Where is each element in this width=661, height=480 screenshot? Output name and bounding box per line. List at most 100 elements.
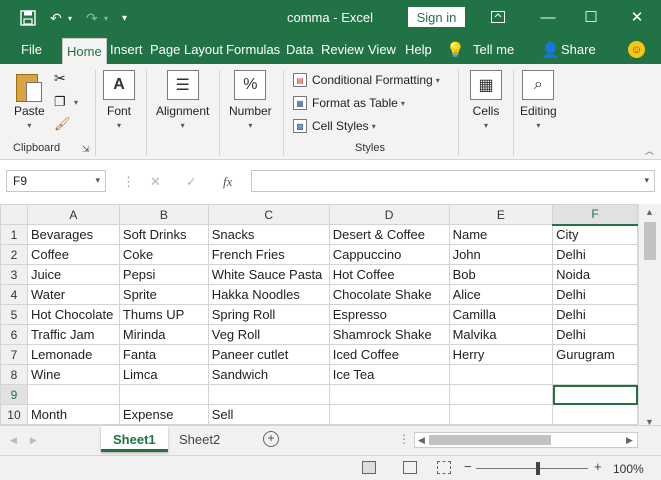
select-all-corner[interactable] [0, 204, 28, 225]
cell-a3[interactable]: Juice [26, 264, 120, 285]
formula-input[interactable]: ▾ [251, 170, 655, 192]
lightbulb-icon[interactable]: 💡 [446, 41, 465, 59]
tab-formulas[interactable]: Formulas [226, 42, 280, 62]
cell-a1[interactable]: Bevarages [26, 224, 120, 245]
horizontal-scrollbar[interactable]: ◀ ▶ [414, 432, 638, 448]
cell-b6[interactable]: Mirinda [118, 324, 209, 345]
column-header-d[interactable]: D [328, 204, 450, 225]
cell-f2[interactable]: Delhi [552, 244, 638, 265]
redo-icon[interactable]: ↷ [86, 8, 98, 28]
cell-c4[interactable]: Hakka Noodles [207, 284, 330, 305]
conditional-formatting-button[interactable]: ▤ Conditional Formatting ▾ [293, 71, 440, 89]
cell-d8[interactable]: Ice Tea [328, 364, 450, 385]
vertical-scroll-thumb[interactable] [644, 222, 656, 260]
cell-b3[interactable]: Pepsi [118, 264, 209, 285]
column-header-e[interactable]: E [448, 204, 554, 225]
name-box[interactable]: F9 ▾ [6, 170, 106, 192]
copy-dropdown-icon[interactable]: ▾ [74, 98, 78, 107]
tab-review[interactable]: Review [321, 42, 364, 62]
zoom-in-icon[interactable]: + [594, 459, 602, 474]
cell-b7[interactable]: Fanta [118, 344, 209, 365]
tab-view[interactable]: View [368, 42, 396, 62]
minimize-icon[interactable]: — [533, 6, 563, 28]
cell-b2[interactable]: Coke [118, 244, 209, 265]
tab-home[interactable]: Home [62, 38, 107, 64]
cell-d4[interactable]: Chocolate Shake [328, 284, 450, 305]
cell-f7[interactable]: Gurugram [552, 344, 638, 365]
cell-a8[interactable]: Wine [26, 364, 120, 385]
scroll-up-icon[interactable]: ▲ [645, 207, 654, 217]
save-icon[interactable] [20, 8, 36, 28]
copy-icon[interactable]: ❐ [54, 94, 66, 110]
confirm-entry-icon[interactable]: ✓ [186, 174, 197, 190]
name-box-dropdown-icon[interactable]: ▾ [95, 175, 100, 186]
editing-button[interactable]: ⌕ Editing ▾ [520, 70, 557, 130]
tell-me-search[interactable]: Tell me [473, 42, 514, 62]
close-icon[interactable]: ✕ [622, 6, 652, 28]
redo-dropdown-icon[interactable]: ▾ [104, 8, 108, 28]
cell-c7[interactable]: Paneer cutlet [207, 344, 330, 365]
cell-e7[interactable]: Herry [448, 344, 554, 365]
share-button[interactable]: Share [561, 42, 596, 62]
cell-f5[interactable]: Delhi [552, 304, 638, 325]
cell-c6[interactable]: Veg Roll [207, 324, 330, 345]
sheet-prev-icon[interactable]: ◀ [10, 435, 17, 446]
cell-b4[interactable]: Sprite [118, 284, 209, 305]
row-header[interactable]: 9 [0, 384, 28, 405]
zoom-out-icon[interactable]: − [464, 459, 472, 474]
cell-e8[interactable] [448, 364, 554, 385]
column-header-b[interactable]: B [118, 204, 209, 225]
cell-f6[interactable]: Delhi [552, 324, 638, 345]
maximize-icon[interactable]: ☐ [576, 6, 606, 28]
font-button[interactable]: A Font ▾ [103, 70, 135, 130]
insert-function-icon[interactable]: fx [223, 174, 232, 190]
cell-a5[interactable]: Hot Chocolate [26, 304, 120, 325]
cell-a7[interactable]: Lemonade [26, 344, 120, 365]
expand-formula-bar-icon[interactable]: ▾ [644, 175, 649, 186]
tab-file[interactable]: File [21, 42, 42, 62]
sign-in-button[interactable]: Sign in [408, 7, 465, 27]
cell-b5[interactable]: Thums UP [118, 304, 209, 325]
cell-e1[interactable]: Name [448, 224, 554, 245]
vertical-scrollbar[interactable]: ▲ ▼ [638, 204, 661, 432]
row-header[interactable]: 8 [0, 364, 28, 385]
cell-f9[interactable] [552, 384, 638, 405]
column-header-c[interactable]: C [207, 204, 330, 225]
cell-e5[interactable]: Camilla [448, 304, 554, 325]
cell-f8[interactable] [552, 364, 638, 385]
cell-f10[interactable] [552, 404, 638, 425]
number-button[interactable]: % Number ▾ [229, 70, 272, 130]
cell-b10[interactable]: Expense [118, 404, 209, 425]
cell-d5[interactable]: Espresso [328, 304, 450, 325]
add-sheet-icon[interactable]: + [263, 431, 279, 447]
horizontal-scroll-thumb[interactable] [429, 435, 551, 445]
feedback-smiley-icon[interactable]: ☺ [628, 41, 645, 58]
cell-f1[interactable]: City [552, 224, 638, 245]
cell-b9[interactable] [118, 384, 209, 405]
cell-e10[interactable] [448, 404, 554, 425]
cell-a2[interactable]: Coffee [26, 244, 120, 265]
cell-c1[interactable]: Snacks [207, 224, 330, 245]
sheet-tab-sheet1[interactable]: Sheet1 [101, 426, 168, 452]
cell-b1[interactable]: Soft Drinks [118, 224, 209, 245]
column-header-f[interactable]: F [552, 204, 638, 226]
page-layout-view-icon[interactable] [403, 461, 417, 474]
row-header[interactable]: 5 [0, 304, 28, 325]
sheet-tab-sheet2[interactable]: Sheet2 [167, 426, 232, 452]
cells-button[interactable]: ▦ Cells ▾ [470, 70, 502, 130]
row-header[interactable]: 4 [0, 284, 28, 305]
cut-icon[interactable]: ✂ [54, 70, 66, 87]
sheet-next-icon[interactable]: ▶ [30, 435, 37, 446]
cell-c8[interactable]: Sandwich [207, 364, 330, 385]
cell-d10[interactable] [328, 404, 450, 425]
cell-d3[interactable]: Hot Coffee [328, 264, 450, 285]
cell-a6[interactable]: Traffic Jam [26, 324, 120, 345]
tab-split-grip-icon[interactable]: ⋮ [398, 432, 410, 446]
scroll-left-icon[interactable]: ◀ [418, 435, 425, 446]
cell-a10[interactable]: Month [26, 404, 120, 425]
cell-c5[interactable]: Spring Roll [207, 304, 330, 325]
cell-c3[interactable]: White Sauce Pasta [207, 264, 330, 285]
cell-f3[interactable]: Noida [552, 264, 638, 285]
zoom-slider-thumb[interactable] [536, 462, 540, 475]
share-person-icon[interactable]: 👤 [541, 41, 560, 59]
